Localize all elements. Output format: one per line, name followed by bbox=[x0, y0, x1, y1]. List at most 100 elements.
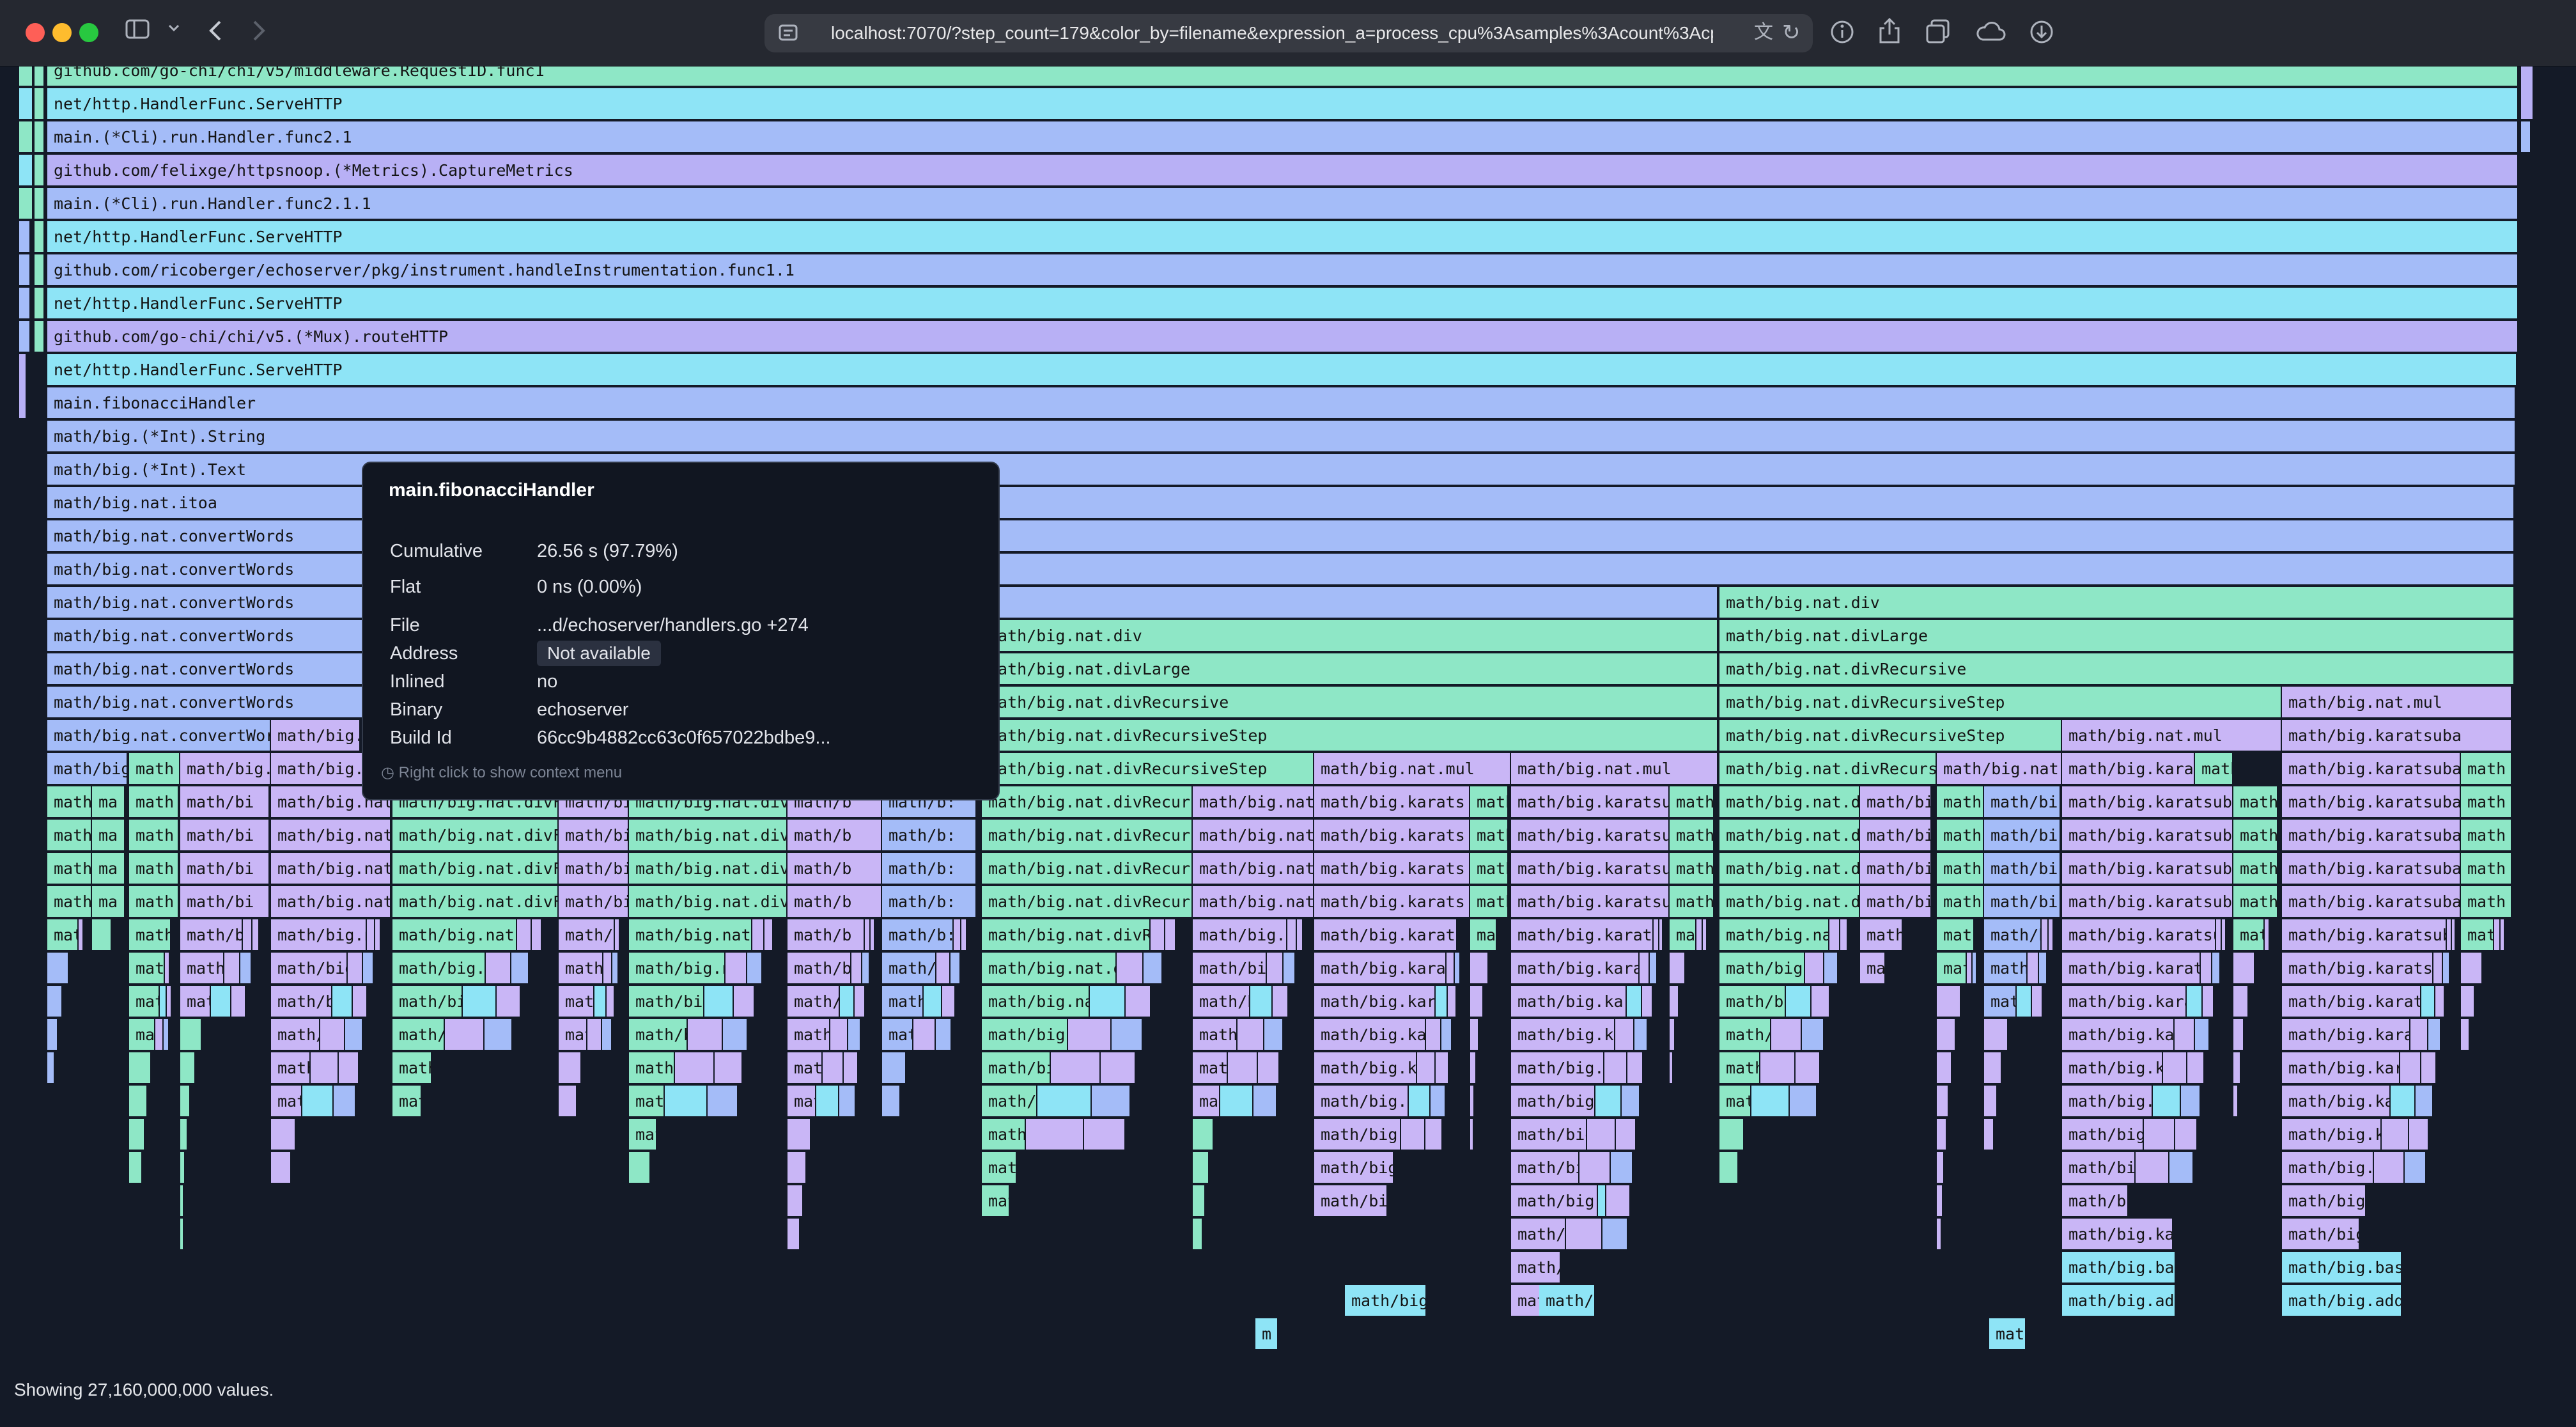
flame-frame[interactable]: math/big.nat.div bbox=[629, 1086, 665, 1118]
flame-frame-sliver[interactable] bbox=[160, 986, 167, 1018]
flame-frame[interactable]: math/big.karats bbox=[1314, 1052, 1417, 1084]
flame-frame-sliver[interactable] bbox=[1812, 986, 1830, 1018]
flame-frame[interactable]: math/big.nat.div bbox=[629, 886, 788, 918]
flame-frame[interactable]: math/big.karatsuba bbox=[2062, 1052, 2163, 1084]
flame-frame-sliver[interactable] bbox=[1967, 953, 1973, 985]
flame-frame-sliver[interactable] bbox=[1238, 1019, 1264, 1051]
flame-frame-sliver[interactable] bbox=[1264, 1019, 1284, 1051]
flame-frame[interactable]: math/big.nat.divRecursive bbox=[982, 687, 1718, 719]
flame-frame-sliver[interactable] bbox=[1802, 1019, 1824, 1051]
flame-frame[interactable]: github.com/go-chi/chi/v5.(*Mux).routeHTT… bbox=[47, 321, 2518, 353]
flame-frame-sliver[interactable] bbox=[924, 986, 942, 1018]
flame-frame[interactable]: math/big.karatsu bbox=[1511, 853, 1670, 885]
flame-frame[interactable]: math/big.karatsuba bbox=[2282, 986, 2421, 1018]
flame-frame[interactable]: math bbox=[129, 986, 160, 1018]
flame-frame-sliver[interactable] bbox=[1436, 986, 1448, 1018]
flame-frame-sliver[interactable] bbox=[2181, 1086, 2201, 1118]
flame-frame[interactable]: math bbox=[1670, 853, 1714, 885]
flame-frame-sliver[interactable] bbox=[1937, 1086, 1949, 1118]
flame-frame[interactable]: math/big.nat.convertWor bbox=[47, 720, 271, 752]
flame-frame-sliver[interactable] bbox=[2017, 986, 2032, 1018]
flame-frame-sliver[interactable] bbox=[1441, 1019, 1452, 1051]
flame-frame-sliver[interactable] bbox=[348, 953, 363, 985]
flame-frame-sliver[interactable] bbox=[1101, 1052, 1136, 1084]
flame-frame-sliver[interactable] bbox=[788, 1119, 811, 1151]
download-icon[interactable] bbox=[2029, 19, 2054, 47]
flame-frame[interactable]: math/big.nat.divRecurs bbox=[982, 1052, 1051, 1084]
flame-frame-sliver[interactable] bbox=[1126, 986, 1151, 1018]
flame-frame[interactable]: math/b: bbox=[882, 886, 977, 918]
flame-frame[interactable]: math/big.karatsu bbox=[1511, 1252, 1561, 1284]
flame-frame-sliver[interactable] bbox=[486, 953, 511, 985]
flame-frame-sliver[interactable] bbox=[1937, 1019, 1956, 1051]
flame-frame[interactable]: math/big.(*Int).String bbox=[47, 421, 2516, 453]
flame-frame-sliver[interactable] bbox=[1829, 919, 1840, 951]
flame-frame-sliver[interactable] bbox=[1092, 1086, 1131, 1118]
flame-frame-sliver[interactable] bbox=[47, 986, 63, 1018]
flame-frame-sliver[interactable] bbox=[871, 919, 875, 951]
flame-frame[interactable]: math bbox=[1937, 953, 1967, 985]
flame-frame-sliver[interactable] bbox=[882, 1086, 901, 1118]
flame-frame[interactable]: math/big.karatsuba bbox=[2062, 986, 2187, 1018]
flame-frame-sliver[interactable] bbox=[2410, 1019, 2428, 1051]
flame-frame[interactable]: math/big.karats bbox=[1314, 1019, 1426, 1051]
flame-frame[interactable]: math/b: bbox=[882, 953, 936, 985]
flame-frame-sliver[interactable] bbox=[1805, 953, 1824, 985]
flame-frame-sliver[interactable] bbox=[2233, 1052, 2241, 1084]
flame-frame-sliver[interactable] bbox=[180, 1052, 196, 1084]
flame-frame[interactable]: net/http.HandlerFunc.ServeHTTP bbox=[47, 88, 2518, 120]
flame-frame[interactable]: math/bi bbox=[1984, 919, 2042, 951]
flame-frame[interactable]: math/b bbox=[788, 919, 865, 951]
flame-frame[interactable]: ma bbox=[92, 886, 125, 918]
flame-frame-sliver[interactable] bbox=[2136, 1152, 2169, 1184]
flame-frame-sliver[interactable] bbox=[345, 1019, 363, 1051]
flame-frame-sliver[interactable] bbox=[1937, 1185, 1943, 1217]
flame-frame-sliver[interactable] bbox=[463, 986, 497, 1018]
flame-frame[interactable]: main.(*Cli).run.Handler.func2.1 bbox=[47, 121, 2518, 153]
flame-frame-sliver[interactable] bbox=[1670, 1019, 1675, 1051]
flame-frame[interactable]: math/big.nat bbox=[271, 1052, 311, 1084]
flame-frame-sliver[interactable] bbox=[851, 953, 862, 985]
flame-frame[interactable]: math/bi bbox=[180, 919, 243, 951]
flame-frame[interactable]: math/big.karatsu bbox=[1511, 786, 1670, 818]
flame-frame-sliver[interactable] bbox=[2521, 121, 2531, 153]
flame-frame[interactable]: math/big.nat.divRecurs bbox=[982, 953, 1117, 985]
flame-frame-sliver[interactable] bbox=[2039, 953, 2047, 985]
flame-frame-sliver[interactable] bbox=[375, 919, 381, 951]
flame-frame[interactable]: math/big.karatsuba bbox=[2282, 753, 2461, 785]
flame-frame-sliver[interactable] bbox=[1796, 1052, 1820, 1084]
flame-frame[interactable]: math/big.nat.div bbox=[1719, 587, 2515, 619]
flame-frame[interactable]: math bbox=[47, 886, 92, 918]
flame-frame-sliver[interactable] bbox=[844, 1052, 858, 1084]
flame-frame-sliver[interactable] bbox=[19, 88, 33, 120]
flame-frame[interactable]: math/big.nat.divRecurs bbox=[982, 1152, 1017, 1184]
flame-frame-sliver[interactable] bbox=[1112, 1019, 1143, 1051]
flame-frame-sliver[interactable] bbox=[180, 1152, 185, 1184]
flame-frame[interactable]: math/big.nat.divRecurs bbox=[982, 886, 1193, 918]
flame-frame[interactable]: math/big.nat.divRecurs bbox=[982, 820, 1193, 852]
flame-frame[interactable]: math/big.nat.div bbox=[629, 986, 704, 1018]
flame-frame-sliver[interactable] bbox=[723, 1019, 748, 1051]
flame-frame-sliver[interactable] bbox=[252, 919, 260, 951]
flame-frame-sliver[interactable] bbox=[1284, 953, 1296, 985]
flame-frame-sliver[interactable] bbox=[2443, 953, 2450, 985]
flame-frame[interactable]: math/bi bbox=[180, 853, 270, 885]
flame-frame[interactable]: math/big.nat.divLarge bbox=[1719, 620, 2515, 652]
flame-frame-sliver[interactable] bbox=[334, 1086, 356, 1118]
flame-frame[interactable]: math/bi bbox=[180, 786, 270, 818]
flame-frame[interactable]: math bbox=[2233, 786, 2278, 818]
flame-frame[interactable]: math/big.karats bbox=[1314, 853, 1470, 885]
flame-frame[interactable]: github.com/go-chi/chi/v5/middleware.Requ… bbox=[47, 66, 2518, 87]
flame-frame[interactable]: math/big.nat.div bbox=[629, 1052, 675, 1084]
flame-frame[interactable]: math/big.nat bbox=[271, 1019, 320, 1051]
flame-frame[interactable]: math bbox=[129, 853, 179, 885]
flame-frame[interactable]: math/big.nat.divF bbox=[392, 986, 463, 1018]
flame-frame-sliver[interactable] bbox=[19, 288, 31, 320]
flame-frame[interactable]: math/big.nat bbox=[1193, 786, 1314, 818]
flame-frame[interactable]: math/bi bbox=[1984, 953, 2028, 985]
flame-frame-sliver[interactable] bbox=[1287, 919, 1297, 951]
flame-frame-sliver[interactable] bbox=[353, 986, 368, 1018]
tabs-icon[interactable] bbox=[1925, 19, 1951, 47]
flame-frame-sliver[interactable] bbox=[1984, 1086, 1998, 1118]
flame-frame[interactable]: math/big bbox=[1345, 1285, 1427, 1317]
